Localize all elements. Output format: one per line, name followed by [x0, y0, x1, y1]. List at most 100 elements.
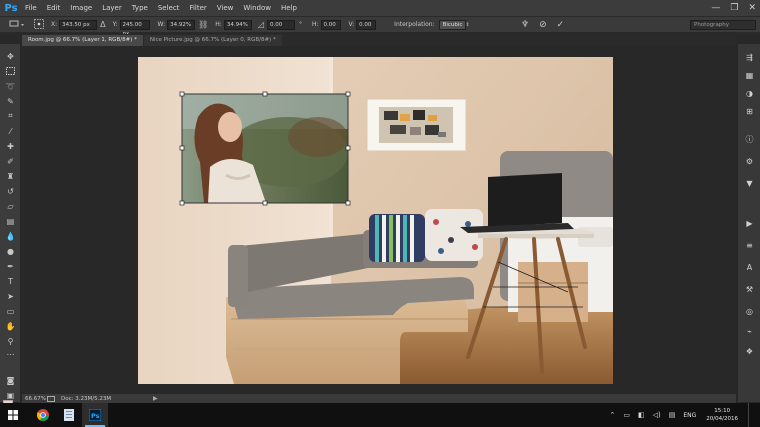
svg-text:Ps: Ps — [91, 412, 100, 420]
tool-presets-icon[interactable]: ⚒ — [742, 282, 757, 296]
menu-view[interactable]: View — [212, 0, 239, 16]
x-label: X: — [51, 21, 58, 28]
marquee-icon[interactable] — [3, 65, 18, 77]
menu-image[interactable]: Image — [65, 0, 97, 16]
pen-icon[interactable]: ✒ — [3, 260, 18, 272]
chrome-icon[interactable] — [30, 403, 56, 427]
clock-date: 20/04/2016 — [706, 416, 738, 422]
more-tools-icon[interactable]: ⋯ — [3, 348, 18, 360]
chevron-right-icon[interactable]: ▶ — [153, 395, 158, 402]
zoom-level[interactable]: 66.67% — [25, 396, 47, 402]
menu-help[interactable]: Help — [276, 0, 302, 16]
styles-icon[interactable]: ⚙ — [742, 154, 757, 168]
cancel-transform-icon[interactable]: ⊘ — [539, 20, 547, 30]
photoshop-logo: Ps — [4, 2, 18, 14]
menu-layer[interactable]: Layer — [97, 0, 127, 16]
actions-icon[interactable]: ▶ — [742, 216, 757, 230]
close-button[interactable]: ✕ — [748, 3, 756, 13]
adjustments-icon[interactable]: ◑ — [742, 86, 757, 100]
clock[interactable]: 15:10 20/04/2016 — [706, 407, 738, 423]
x-field[interactable]: 343.50 px — [59, 19, 98, 30]
menu-edit[interactable]: Edit — [42, 0, 66, 16]
w-field[interactable]: 34.92% — [167, 19, 196, 30]
brush-panel-icon[interactable]: ▼ — [742, 176, 757, 190]
blur-icon[interactable]: 💧 — [3, 230, 18, 242]
show-desktop-button[interactable] — [748, 403, 760, 427]
tools-panel: ✥ ➰ ✎ ⌗ ⁄ ✚ ✐ ♜ ↺ ▱ ▤ 💧 ● ✒ T ➤ ▭ ✋ ⚲ ⋯ … — [0, 44, 21, 416]
eraser-icon[interactable]: ▱ — [3, 200, 18, 212]
brush-icon[interactable]: ✐ — [3, 155, 18, 167]
file-explorer-icon[interactable] — [56, 403, 82, 427]
chevron-down-icon: ⇕ — [465, 21, 470, 28]
menu-type[interactable]: Type — [127, 0, 153, 16]
properties-icon[interactable]: ⊞ — [742, 104, 757, 118]
quick-mask-icon[interactable]: ◙ — [3, 374, 18, 386]
move-tool-icon — [9, 20, 24, 26]
hskew-field[interactable]: 0.00 — [320, 19, 341, 30]
warp-mode-icon[interactable]: ♆ — [521, 20, 529, 30]
delta-icon[interactable]: Δ — [100, 20, 105, 29]
commit-transform-icon[interactable]: ✓ — [557, 20, 565, 30]
menu-window[interactable]: Window — [238, 0, 276, 16]
language-indicator[interactable]: ENG — [683, 412, 696, 419]
healing-brush-icon[interactable]: ✚ — [3, 140, 18, 152]
tab-nice-picture[interactable]: Nice Picture.jpg @ 66.7% (Layer 0, RGB/8… — [143, 35, 282, 46]
quick-select-icon[interactable]: ✎ — [3, 95, 18, 107]
interpolation-select[interactable]: Bicubic — [438, 19, 467, 30]
menu-file[interactable]: File — [20, 0, 42, 16]
link-icon[interactable]: ⛓ — [198, 20, 208, 29]
y-field[interactable]: 245.00 px — [119, 19, 150, 37]
dodge-icon[interactable]: ● — [3, 245, 18, 257]
document-icon[interactable] — [47, 395, 55, 402]
vskew-label: V: — [348, 21, 355, 28]
history-icon[interactable]: ⇶ — [742, 50, 757, 64]
minimize-button[interactable]: — — [711, 3, 720, 13]
photoshop-taskbar-icon[interactable]: Ps — [82, 403, 108, 427]
options-bar: X: 343.50 px Δ Y: 245.00 px W: 34.92% ⛓ … — [0, 16, 760, 37]
paths-icon[interactable]: ⌁ — [742, 324, 757, 338]
gradient-icon[interactable]: ▤ — [3, 215, 18, 227]
panels-dock: ⇶ ▦ ◑ ⊞ ⓘ ⚙ ▼ ▶ ≡ A ⚒ ◎ ⌁ ❖ — [737, 44, 760, 402]
battery-icon[interactable]: ▭ — [623, 411, 630, 419]
angle-field[interactable]: 0.00 — [266, 19, 295, 30]
channels-icon[interactable]: ◎ — [742, 304, 757, 318]
character-icon[interactable]: A — [742, 260, 757, 274]
menu-filter[interactable]: Filter — [184, 0, 211, 16]
commit-controls: ♆ ⊘ ✓ — [521, 20, 564, 30]
windows-start-icon[interactable] — [0, 403, 26, 427]
chevron-up-icon[interactable]: ⌃ — [609, 411, 615, 419]
vskew-field[interactable]: 0.00 — [356, 19, 377, 30]
eyedropper-icon[interactable]: ⁄ — [3, 125, 18, 137]
tab-room[interactable]: Room.jpg @ 66.7% (Layer 1, RGB/8#) * — [22, 35, 143, 46]
move-icon[interactable]: ✥ — [3, 50, 18, 62]
network-icon[interactable]: ◧ — [638, 411, 645, 419]
paragraph-icon[interactable]: ≡ — [742, 238, 757, 252]
y-label: Y: — [112, 21, 118, 28]
zoom-icon[interactable]: ⚲ — [3, 335, 18, 347]
h-field[interactable]: 34.94% — [223, 19, 252, 30]
workspace-select[interactable]: Photography — [690, 20, 756, 30]
screen-mode-icon[interactable]: ▣ — [3, 389, 18, 401]
crop-icon[interactable]: ⌗ — [3, 110, 18, 122]
path-select-icon[interactable]: ➤ — [3, 290, 18, 302]
clone-stamp-icon[interactable]: ♜ — [3, 170, 18, 182]
reference-point-icon[interactable] — [34, 18, 44, 31]
history-brush-icon[interactable]: ↺ — [3, 185, 18, 197]
lasso-icon[interactable]: ➰ — [3, 80, 18, 92]
restore-button[interactable]: ❐ — [730, 3, 738, 13]
color-icon[interactable]: ▦ — [742, 68, 757, 82]
hand-icon[interactable]: ✋ — [3, 320, 18, 332]
info-icon[interactable]: ⓘ — [742, 132, 757, 146]
volume-icon[interactable]: ◁) — [653, 411, 661, 419]
document-canvas[interactable] — [138, 57, 613, 384]
menu-select[interactable]: Select — [153, 0, 185, 16]
document-tabs: Room.jpg @ 66.7% (Layer 1, RGB/8#) * Nic… — [22, 34, 736, 46]
type-icon[interactable]: T — [3, 275, 18, 287]
tool-preset-picker[interactable] — [6, 18, 28, 31]
rectangle-icon[interactable]: ▭ — [3, 305, 18, 317]
document-size: Doc: 3.23M/5.23M — [61, 395, 112, 402]
layers-icon[interactable]: ❖ — [742, 344, 757, 358]
message-icon[interactable]: ▤ — [669, 411, 676, 419]
windows-taskbar: Ps ⌃ ▭ ◧ ◁) ▤ ENG 15:10 20/04/2016 — [0, 403, 760, 427]
dotted-pillow — [425, 209, 483, 261]
